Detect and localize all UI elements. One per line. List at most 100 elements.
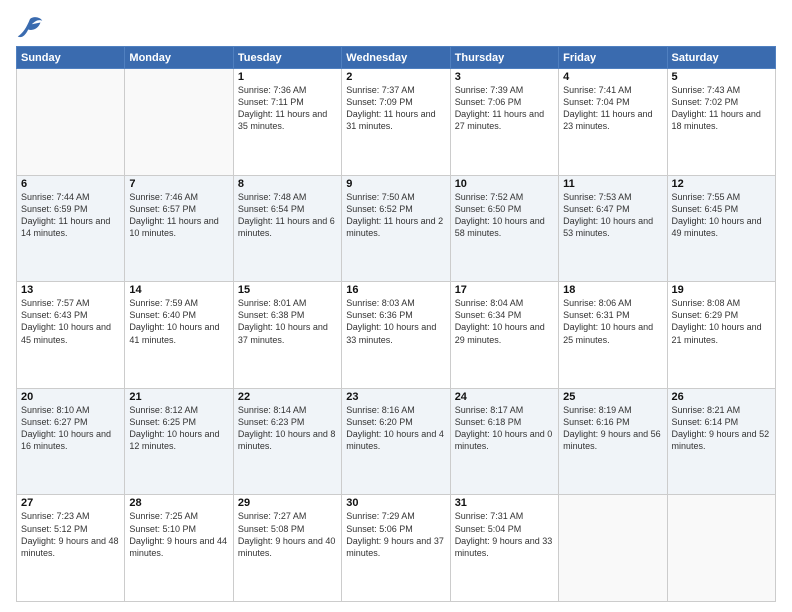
day-detail: Sunrise: 8:16 AM Sunset: 6:20 PM Dayligh… — [346, 404, 445, 453]
calendar-cell: 12Sunrise: 7:55 AM Sunset: 6:45 PM Dayli… — [667, 175, 775, 282]
calendar-cell: 10Sunrise: 7:52 AM Sunset: 6:50 PM Dayli… — [450, 175, 558, 282]
day-detail: Sunrise: 7:50 AM Sunset: 6:52 PM Dayligh… — [346, 191, 445, 240]
day-number: 30 — [346, 497, 445, 509]
day-number: 13 — [21, 284, 120, 296]
calendar-cell: 19Sunrise: 8:08 AM Sunset: 6:29 PM Dayli… — [667, 282, 775, 389]
logo — [16, 12, 48, 40]
calendar-cell: 31Sunrise: 7:31 AM Sunset: 5:04 PM Dayli… — [450, 495, 558, 602]
day-detail: Sunrise: 8:21 AM Sunset: 6:14 PM Dayligh… — [672, 404, 771, 453]
day-detail: Sunrise: 8:10 AM Sunset: 6:27 PM Dayligh… — [21, 404, 120, 453]
calendar-header-sunday: Sunday — [17, 47, 125, 69]
calendar-cell: 29Sunrise: 7:27 AM Sunset: 5:08 PM Dayli… — [233, 495, 341, 602]
calendar-table: SundayMondayTuesdayWednesdayThursdayFrid… — [16, 46, 776, 602]
calendar-cell: 3Sunrise: 7:39 AM Sunset: 7:06 PM Daylig… — [450, 69, 558, 176]
day-detail: Sunrise: 8:04 AM Sunset: 6:34 PM Dayligh… — [455, 297, 554, 346]
day-number: 16 — [346, 284, 445, 296]
day-number: 9 — [346, 178, 445, 190]
day-detail: Sunrise: 8:12 AM Sunset: 6:25 PM Dayligh… — [129, 404, 228, 453]
day-number: 8 — [238, 178, 337, 190]
calendar-cell — [125, 69, 233, 176]
day-number: 20 — [21, 391, 120, 403]
day-number: 14 — [129, 284, 228, 296]
day-number: 6 — [21, 178, 120, 190]
day-detail: Sunrise: 7:23 AM Sunset: 5:12 PM Dayligh… — [21, 510, 120, 559]
day-detail: Sunrise: 7:39 AM Sunset: 7:06 PM Dayligh… — [455, 84, 554, 133]
calendar-header-saturday: Saturday — [667, 47, 775, 69]
calendar-cell: 16Sunrise: 8:03 AM Sunset: 6:36 PM Dayli… — [342, 282, 450, 389]
calendar-cell: 26Sunrise: 8:21 AM Sunset: 6:14 PM Dayli… — [667, 388, 775, 495]
calendar-cell: 24Sunrise: 8:17 AM Sunset: 6:18 PM Dayli… — [450, 388, 558, 495]
calendar-header-row: SundayMondayTuesdayWednesdayThursdayFrid… — [17, 47, 776, 69]
day-detail: Sunrise: 7:59 AM Sunset: 6:40 PM Dayligh… — [129, 297, 228, 346]
day-number: 28 — [129, 497, 228, 509]
day-detail: Sunrise: 7:37 AM Sunset: 7:09 PM Dayligh… — [346, 84, 445, 133]
day-number: 12 — [672, 178, 771, 190]
day-number: 24 — [455, 391, 554, 403]
calendar-week-5: 27Sunrise: 7:23 AM Sunset: 5:12 PM Dayli… — [17, 495, 776, 602]
day-number: 2 — [346, 71, 445, 83]
day-number: 21 — [129, 391, 228, 403]
day-detail: Sunrise: 8:14 AM Sunset: 6:23 PM Dayligh… — [238, 404, 337, 453]
day-detail: Sunrise: 8:03 AM Sunset: 6:36 PM Dayligh… — [346, 297, 445, 346]
day-number: 26 — [672, 391, 771, 403]
calendar-header-monday: Monday — [125, 47, 233, 69]
calendar-week-2: 6Sunrise: 7:44 AM Sunset: 6:59 PM Daylig… — [17, 175, 776, 282]
day-detail: Sunrise: 7:41 AM Sunset: 7:04 PM Dayligh… — [563, 84, 662, 133]
calendar-header-tuesday: Tuesday — [233, 47, 341, 69]
day-number: 11 — [563, 178, 662, 190]
calendar-cell: 7Sunrise: 7:46 AM Sunset: 6:57 PM Daylig… — [125, 175, 233, 282]
calendar-cell: 5Sunrise: 7:43 AM Sunset: 7:02 PM Daylig… — [667, 69, 775, 176]
calendar-cell: 27Sunrise: 7:23 AM Sunset: 5:12 PM Dayli… — [17, 495, 125, 602]
calendar-cell: 17Sunrise: 8:04 AM Sunset: 6:34 PM Dayli… — [450, 282, 558, 389]
day-number: 31 — [455, 497, 554, 509]
calendar-cell: 14Sunrise: 7:59 AM Sunset: 6:40 PM Dayli… — [125, 282, 233, 389]
day-detail: Sunrise: 7:46 AM Sunset: 6:57 PM Dayligh… — [129, 191, 228, 240]
calendar-week-1: 1Sunrise: 7:36 AM Sunset: 7:11 PM Daylig… — [17, 69, 776, 176]
day-detail: Sunrise: 8:17 AM Sunset: 6:18 PM Dayligh… — [455, 404, 554, 453]
day-number: 15 — [238, 284, 337, 296]
calendar-week-4: 20Sunrise: 8:10 AM Sunset: 6:27 PM Dayli… — [17, 388, 776, 495]
day-detail: Sunrise: 7:36 AM Sunset: 7:11 PM Dayligh… — [238, 84, 337, 133]
calendar-header-thursday: Thursday — [450, 47, 558, 69]
day-detail: Sunrise: 7:27 AM Sunset: 5:08 PM Dayligh… — [238, 510, 337, 559]
calendar-cell: 22Sunrise: 8:14 AM Sunset: 6:23 PM Dayli… — [233, 388, 341, 495]
calendar-cell — [17, 69, 125, 176]
calendar-cell: 20Sunrise: 8:10 AM Sunset: 6:27 PM Dayli… — [17, 388, 125, 495]
day-number: 27 — [21, 497, 120, 509]
calendar-cell: 28Sunrise: 7:25 AM Sunset: 5:10 PM Dayli… — [125, 495, 233, 602]
calendar-cell — [667, 495, 775, 602]
calendar-header-friday: Friday — [559, 47, 667, 69]
day-number: 17 — [455, 284, 554, 296]
day-number: 4 — [563, 71, 662, 83]
calendar-cell: 13Sunrise: 7:57 AM Sunset: 6:43 PM Dayli… — [17, 282, 125, 389]
calendar-cell: 6Sunrise: 7:44 AM Sunset: 6:59 PM Daylig… — [17, 175, 125, 282]
day-number: 19 — [672, 284, 771, 296]
calendar-cell: 18Sunrise: 8:06 AM Sunset: 6:31 PM Dayli… — [559, 282, 667, 389]
day-detail: Sunrise: 8:06 AM Sunset: 6:31 PM Dayligh… — [563, 297, 662, 346]
calendar-cell: 25Sunrise: 8:19 AM Sunset: 6:16 PM Dayli… — [559, 388, 667, 495]
day-detail: Sunrise: 7:57 AM Sunset: 6:43 PM Dayligh… — [21, 297, 120, 346]
calendar-week-3: 13Sunrise: 7:57 AM Sunset: 6:43 PM Dayli… — [17, 282, 776, 389]
day-detail: Sunrise: 7:48 AM Sunset: 6:54 PM Dayligh… — [238, 191, 337, 240]
header — [16, 12, 776, 40]
calendar-cell: 21Sunrise: 8:12 AM Sunset: 6:25 PM Dayli… — [125, 388, 233, 495]
day-detail: Sunrise: 8:19 AM Sunset: 6:16 PM Dayligh… — [563, 404, 662, 453]
page: SundayMondayTuesdayWednesdayThursdayFrid… — [0, 0, 792, 612]
calendar-cell: 8Sunrise: 7:48 AM Sunset: 6:54 PM Daylig… — [233, 175, 341, 282]
calendar-cell: 30Sunrise: 7:29 AM Sunset: 5:06 PM Dayli… — [342, 495, 450, 602]
day-detail: Sunrise: 7:52 AM Sunset: 6:50 PM Dayligh… — [455, 191, 554, 240]
calendar-cell: 11Sunrise: 7:53 AM Sunset: 6:47 PM Dayli… — [559, 175, 667, 282]
calendar-header-wednesday: Wednesday — [342, 47, 450, 69]
day-detail: Sunrise: 7:29 AM Sunset: 5:06 PM Dayligh… — [346, 510, 445, 559]
calendar-cell: 23Sunrise: 8:16 AM Sunset: 6:20 PM Dayli… — [342, 388, 450, 495]
day-detail: Sunrise: 8:08 AM Sunset: 6:29 PM Dayligh… — [672, 297, 771, 346]
day-number: 25 — [563, 391, 662, 403]
day-number: 23 — [346, 391, 445, 403]
day-number: 22 — [238, 391, 337, 403]
day-detail: Sunrise: 7:53 AM Sunset: 6:47 PM Dayligh… — [563, 191, 662, 240]
day-number: 10 — [455, 178, 554, 190]
day-number: 5 — [672, 71, 771, 83]
day-detail: Sunrise: 7:31 AM Sunset: 5:04 PM Dayligh… — [455, 510, 554, 559]
day-number: 1 — [238, 71, 337, 83]
day-detail: Sunrise: 7:25 AM Sunset: 5:10 PM Dayligh… — [129, 510, 228, 559]
